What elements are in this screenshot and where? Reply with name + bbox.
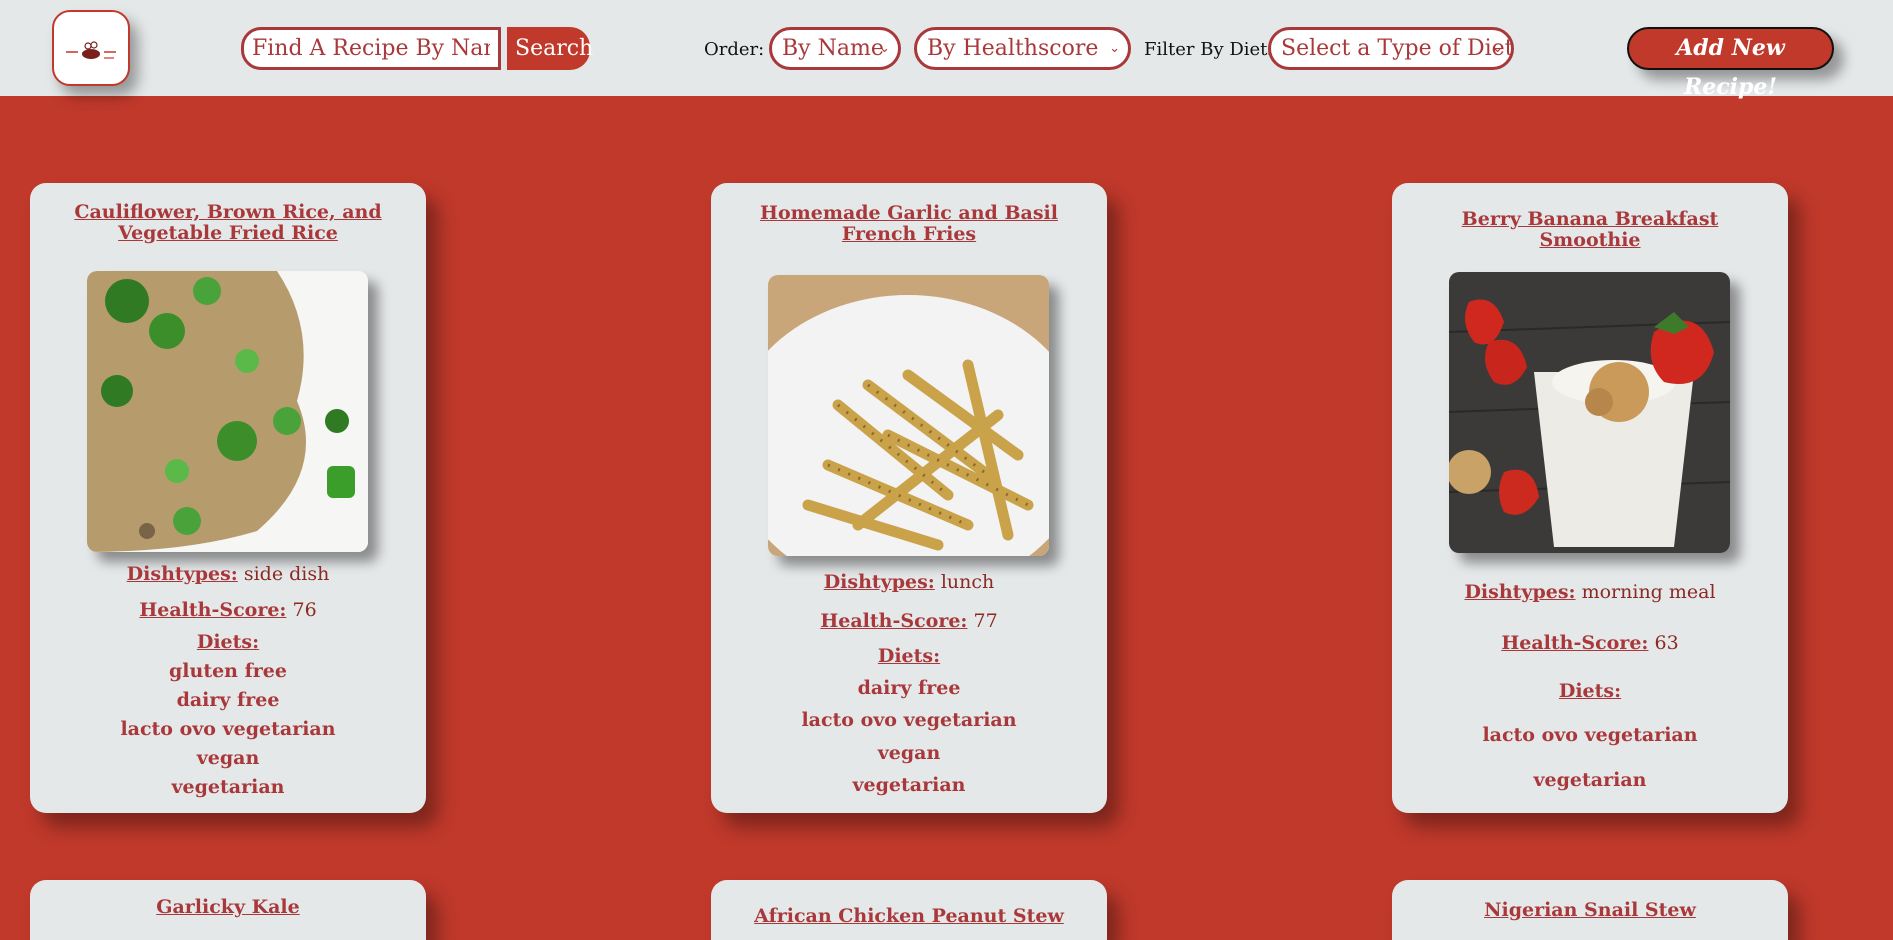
recipe-title-link[interactable]: Nigerian Snail Stew [1432, 900, 1748, 921]
diet-item: lacto ovo vegetarian [801, 709, 1017, 731]
chevron-down-icon: ⌄ [1109, 41, 1120, 56]
order-label: Order: [704, 39, 765, 60]
navbar: Search Order: By Name ⌄ By Healthscore ⌄… [0, 0, 1893, 100]
order-by-name-value: By Name [782, 36, 884, 61]
diets-label: Diets: [877, 645, 941, 667]
logo[interactable] [52, 10, 130, 86]
diet-item: dairy free [176, 689, 280, 711]
diet-item: gluten free [169, 660, 287, 682]
search-input[interactable] [241, 27, 501, 70]
recipe-title-link[interactable]: African Chicken Peanut Stew [751, 906, 1067, 927]
order-by-healthscore-value: By Healthscore [927, 36, 1099, 61]
dishtypes-value: side dish [243, 563, 330, 585]
recipe-card[interactable]: Cauliflower, Brown Rice, and Vegetable F… [30, 183, 426, 813]
diet-filter-value: Select a Type of Diet [1281, 36, 1514, 61]
health-score-value: 77 [973, 610, 998, 632]
dishtypes-label: Dishtypes: [1464, 581, 1576, 603]
search-button[interactable]: Search [507, 27, 593, 70]
diet-item: vegetarian [1533, 769, 1647, 791]
diets-heading: Diets: [30, 631, 426, 653]
diet-item: vegetarian [171, 776, 285, 798]
recipe-image [768, 275, 1049, 556]
diet-item: vegan [877, 742, 941, 764]
diets-label: Diets: [1558, 680, 1622, 702]
dishtypes-row: Dishtypes: morning meal [1392, 581, 1788, 603]
health-score-label: Health-Score: [1501, 632, 1649, 654]
recipe-card[interactable]: Berry Banana Breakfast Smoothie Dishtype… [1392, 183, 1788, 813]
dishtypes-row: Dishtypes: side dish [30, 563, 426, 585]
recipe-image [87, 271, 368, 552]
diet-item: lacto ovo vegetarian [120, 718, 336, 740]
dishtypes-value: morning meal [1581, 581, 1716, 603]
diets-heading: Diets: [1392, 680, 1788, 702]
chevron-down-icon: ⌄ [879, 41, 890, 56]
order-by-name-select[interactable]: By Name ⌄ [769, 27, 901, 70]
diets-label: Diets: [196, 631, 260, 653]
health-score-row: Health-Score: 77 [711, 610, 1107, 632]
diet-filter-select[interactable]: Select a Type of Diet ⌄ [1268, 27, 1514, 70]
health-score-row: Health-Score: 63 [1392, 632, 1788, 654]
chevron-down-icon: ⌄ [1492, 41, 1503, 56]
recipe-title-link[interactable]: Cauliflower, Brown Rice, and Vegetable F… [70, 202, 386, 244]
diet-item: vegetarian [852, 774, 966, 796]
dishtypes-row: Dishtypes: lunch [711, 571, 1107, 593]
diet-item: dairy free [857, 677, 961, 699]
recipe-card[interactable]: Nigerian Snail Stew [1392, 880, 1788, 940]
recipe-card[interactable]: Homemade Garlic and Basil French Fries D… [711, 183, 1107, 813]
dishtypes-label: Dishtypes: [823, 571, 935, 593]
recipe-image [1449, 272, 1730, 553]
health-score-value: 63 [1654, 632, 1679, 654]
recipe-logo-icon [66, 41, 116, 59]
diets-heading: Diets: [711, 645, 1107, 667]
diet-item: vegan [196, 747, 260, 769]
health-score-row: Health-Score: 76 [30, 599, 426, 621]
dishtypes-value: lunch [940, 571, 995, 593]
recipe-card[interactable]: African Chicken Peanut Stew [711, 880, 1107, 940]
filter-diets-label: Filter By Diets: [1144, 39, 1283, 60]
recipe-title-link[interactable]: Homemade Garlic and Basil French Fries [751, 203, 1067, 245]
recipe-title-link[interactable]: Berry Banana Breakfast Smoothie [1432, 209, 1748, 251]
add-new-recipe-button[interactable]: Add New Recipe! [1627, 27, 1834, 100]
order-by-healthscore-select[interactable]: By Healthscore ⌄ [914, 27, 1131, 70]
diet-item: lacto ovo vegetarian [1482, 724, 1698, 746]
recipe-title-link[interactable]: Garlicky Kale [70, 897, 386, 918]
health-score-label: Health-Score: [139, 599, 287, 621]
health-score-label: Health-Score: [820, 610, 968, 632]
recipe-card[interactable]: Garlicky Kale [30, 880, 426, 940]
health-score-value: 76 [292, 599, 317, 621]
dishtypes-label: Dishtypes: [126, 563, 238, 585]
